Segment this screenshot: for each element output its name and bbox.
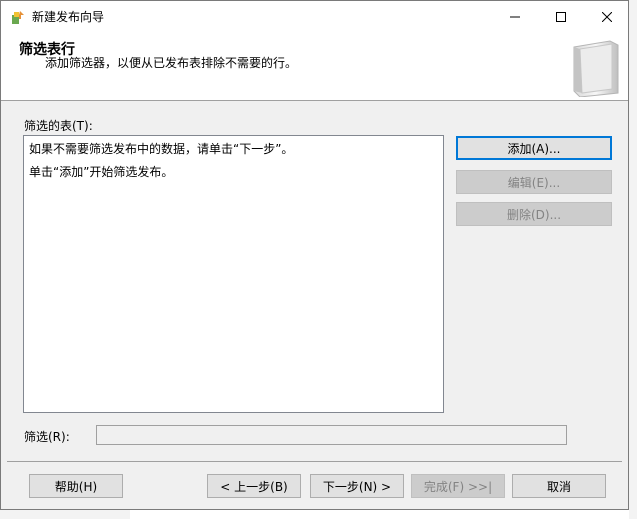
list-hint-line: 单击“添加”开始筛选发布。: [29, 165, 174, 179]
wizard-header: 筛选表行 添加筛选器，以便从已发布表排除不需要的行。: [1, 32, 628, 101]
wizard-app-icon: [10, 9, 26, 25]
help-button[interactable]: 帮助(H): [29, 474, 123, 498]
wizard-dialog: 新建发布向导 筛选表行 添加筛选器，以便从已发布表排除不需要的行。 筛选的表(T…: [0, 0, 629, 510]
finish-button[interactable]: 完成(F) >>|: [411, 474, 505, 498]
minimize-icon: [510, 16, 520, 17]
filter-label: 筛选(R):: [24, 430, 70, 444]
delete-filter-button[interactable]: 删除(D)...: [456, 202, 612, 226]
background-window-bottom: [0, 510, 130, 519]
filter-graphic-icon: [573, 40, 619, 97]
filtered-tables-label: 筛选的表(T):: [24, 119, 93, 133]
filter-text-field[interactable]: [96, 425, 567, 445]
back-button[interactable]: < 上一步(B): [207, 474, 301, 498]
maximize-button[interactable]: [538, 1, 584, 32]
minimize-button[interactable]: [492, 1, 538, 32]
cancel-button[interactable]: 取消: [512, 474, 606, 498]
next-button[interactable]: 下一步(N) >: [310, 474, 404, 498]
maximize-icon: [556, 11, 566, 22]
close-icon: [602, 11, 612, 22]
footer-divider: [7, 461, 622, 462]
filtered-tables-list[interactable]: 如果不需要筛选发布中的数据，请单击“下一步”。 单击“添加”开始筛选发布。: [23, 135, 444, 413]
background-window-edge: [629, 0, 637, 519]
window-title: 新建发布向导: [32, 10, 105, 24]
add-filter-button[interactable]: 添加(A)...: [456, 136, 612, 160]
page-subtitle: 添加筛选器，以便从已发布表排除不需要的行。: [45, 56, 298, 70]
edit-filter-button[interactable]: 编辑(E)...: [456, 170, 612, 194]
list-hint-line: 如果不需要筛选发布中的数据，请单击“下一步”。: [29, 142, 294, 156]
title-bar: 新建发布向导: [1, 1, 628, 32]
close-button[interactable]: [584, 1, 630, 32]
